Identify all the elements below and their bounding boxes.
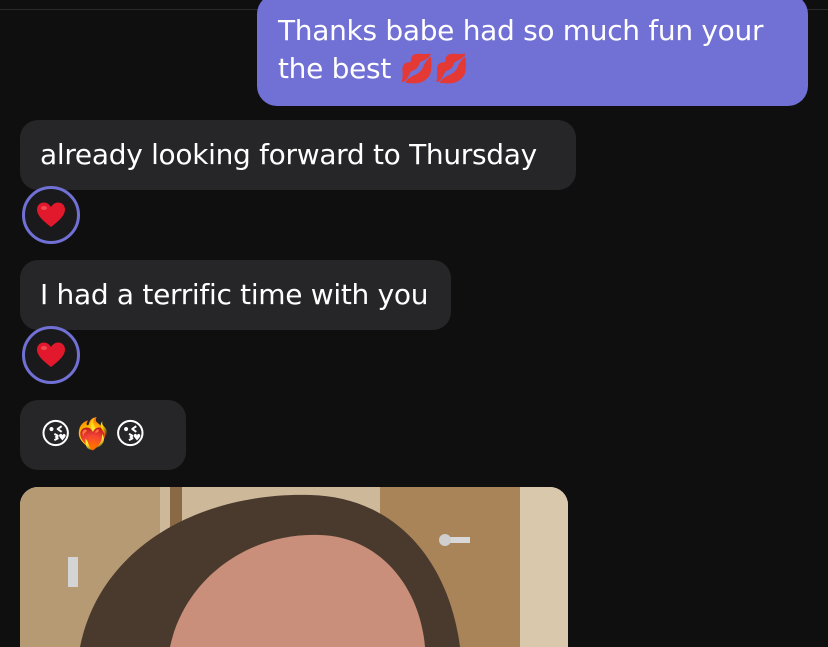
incoming-message-bubble[interactable]: already looking forward to Thursday	[20, 120, 576, 190]
incoming-message-text: already looking forward to Thursday	[40, 138, 537, 171]
photo-message[interactable]	[20, 487, 568, 647]
incoming-message-bubble[interactable]: I had a terrific time with you	[20, 260, 451, 330]
heart-reaction-badge[interactable]	[22, 186, 80, 244]
heart-reaction-badge[interactable]	[22, 326, 80, 384]
incoming-message-text: I had a terrific time with you	[40, 278, 429, 311]
outgoing-message-bubble[interactable]: Thanks babe had so much fun your the bes…	[257, 0, 808, 106]
outgoing-message-text: Thanks babe had so much fun your the bes…	[278, 14, 764, 85]
heart-icon	[37, 342, 65, 367]
incoming-emoji-message-bubble[interactable]: 😘❤️‍🔥😘	[20, 400, 186, 470]
emoji-message-text: 😘❤️‍🔥😘	[40, 417, 149, 452]
heart-icon	[37, 202, 65, 227]
selfie-photo-image	[20, 487, 568, 647]
